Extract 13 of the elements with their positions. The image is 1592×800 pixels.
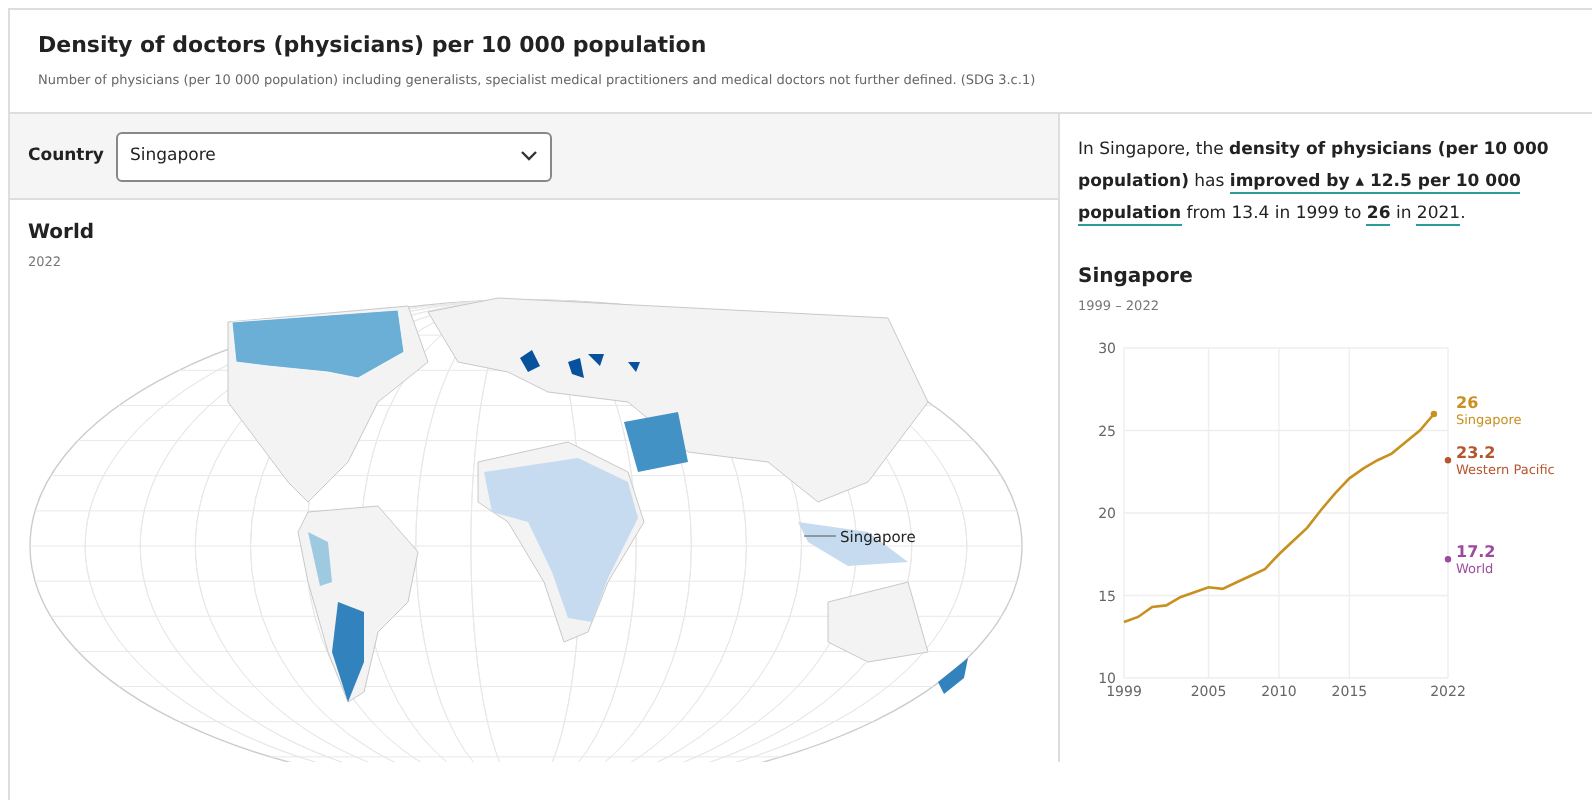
chart-title: Singapore — [1078, 266, 1195, 288]
value-label: 26 — [1456, 394, 1479, 412]
value-label: 17.2 — [1456, 543, 1496, 562]
map-title: World — [28, 222, 97, 244]
data-point — [1430, 410, 1438, 418]
page-title: Density of doctors (physicians) per 10 000 population — [38, 32, 709, 58]
chevron-down-icon — [519, 150, 538, 162]
data-point — [1444, 457, 1452, 464]
summary-text: In Singapore, the density of physicians (per 10 000 population) has improved by ▴ 12.5 per 10 000 population from 13.4 in 1999 to 26 in 2021. — [1078, 138, 1551, 230]
country-label: Country — [28, 146, 104, 166]
country-select[interactable]: Singapore — [115, 131, 552, 181]
data-point — [1444, 556, 1452, 563]
value-label: 23.2 — [1456, 444, 1496, 463]
